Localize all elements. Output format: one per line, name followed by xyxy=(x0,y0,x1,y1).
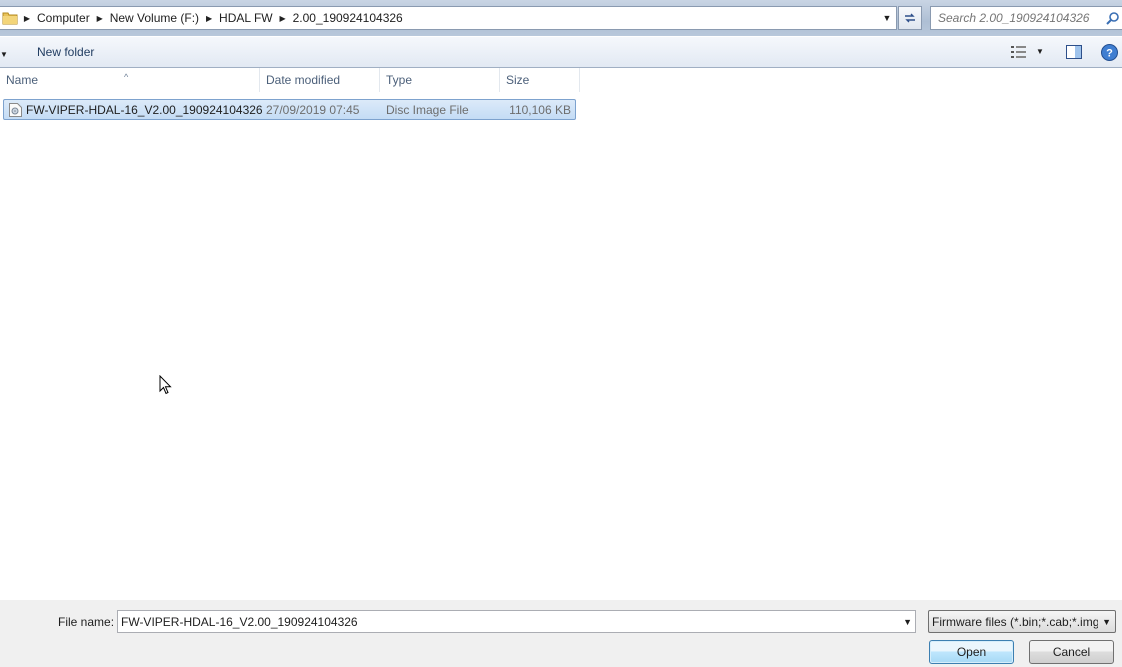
search-icon[interactable] xyxy=(1106,11,1120,28)
file-row[interactable]: FW-VIPER-HDAL-16_V2.00_190924104326 27/0… xyxy=(3,99,576,120)
search-box[interactable] xyxy=(930,6,1122,30)
column-header-row: Name ^ Date modified Type Size xyxy=(0,68,580,92)
command-toolbar: ▼ New folder ▼ ? xyxy=(0,36,1122,68)
refresh-button[interactable] xyxy=(898,6,922,30)
cancel-button[interactable]: Cancel xyxy=(1029,640,1114,664)
column-header-name[interactable]: Name ^ xyxy=(0,68,260,92)
mouse-cursor-icon xyxy=(159,374,172,398)
svg-text:?: ? xyxy=(1106,48,1113,60)
file-type-cell: Disc Image File xyxy=(386,103,469,117)
preview-pane-icon[interactable] xyxy=(1066,45,1082,62)
breadcrumb-current-folder[interactable]: 2.00_190924104326 xyxy=(290,11,406,25)
file-type-filter-value: Firmware files (*.bin;*.cab;*.img xyxy=(932,615,1098,629)
search-input[interactable] xyxy=(931,11,1101,25)
chevron-down-icon[interactable]: ▼ xyxy=(878,7,896,29)
file-type-filter-select[interactable]: Firmware files (*.bin;*.cab;*.img ▼ xyxy=(928,610,1116,633)
breadcrumb-hdal-fw[interactable]: HDAL FW xyxy=(216,11,276,25)
address-bar-area: ▶ Computer ▶ New Volume (F:) ▶ HDAL FW ▶… xyxy=(0,0,1122,36)
breadcrumb-separator-icon[interactable]: ▶ xyxy=(93,14,107,23)
file-name-field[interactable]: FW-VIPER-HDAL-16_V2.00_190924104326 ▼ xyxy=(117,610,916,633)
breadcrumb-separator-icon[interactable]: ▶ xyxy=(276,14,290,23)
open-button[interactable]: Open xyxy=(929,640,1014,664)
breadcrumb-new-volume[interactable]: New Volume (F:) xyxy=(107,11,202,25)
help-icon[interactable]: ? xyxy=(1101,44,1118,64)
file-size-cell: 110,106 KB xyxy=(509,103,571,117)
file-dialog-footer: File name: FW-VIPER-HDAL-16_V2.00_190924… xyxy=(0,600,1122,667)
file-name-cell: FW-VIPER-HDAL-16_V2.00_190924104326 xyxy=(26,103,263,117)
chevron-down-icon[interactable]: ▼ xyxy=(903,617,912,627)
column-header-name-label: Name xyxy=(6,73,39,87)
file-date-cell: 27/09/2019 07:45 xyxy=(266,103,360,117)
file-list[interactable]: Name ^ Date modified Type Size FW-VIPER-… xyxy=(0,68,1122,600)
chevron-down-icon[interactable]: ▼ xyxy=(1102,617,1111,627)
views-dropdown-icon[interactable]: ▼ xyxy=(1036,47,1044,56)
breadcrumb-separator-icon[interactable]: ▶ xyxy=(20,14,34,23)
breadcrumb-computer[interactable]: Computer xyxy=(34,11,93,25)
disc-image-file-icon xyxy=(9,103,22,120)
folder-icon xyxy=(2,10,20,26)
new-folder-button[interactable]: New folder xyxy=(37,45,94,59)
column-header-type[interactable]: Type xyxy=(380,68,500,92)
refresh-icon xyxy=(905,13,915,23)
file-name-label: File name: xyxy=(58,615,115,629)
breadcrumb-separator-icon[interactable]: ▶ xyxy=(202,14,216,23)
views-icon[interactable] xyxy=(1011,46,1027,61)
file-name-value[interactable]: FW-VIPER-HDAL-16_V2.00_190924104326 xyxy=(121,615,358,629)
sort-ascending-icon: ^ xyxy=(124,72,129,82)
column-header-size[interactable]: Size xyxy=(500,68,580,92)
address-bar[interactable]: ▶ Computer ▶ New Volume (F:) ▶ HDAL FW ▶… xyxy=(0,6,897,30)
column-header-date-modified[interactable]: Date modified xyxy=(260,68,380,92)
organize-dropdown-icon[interactable]: ▼ xyxy=(0,50,8,59)
